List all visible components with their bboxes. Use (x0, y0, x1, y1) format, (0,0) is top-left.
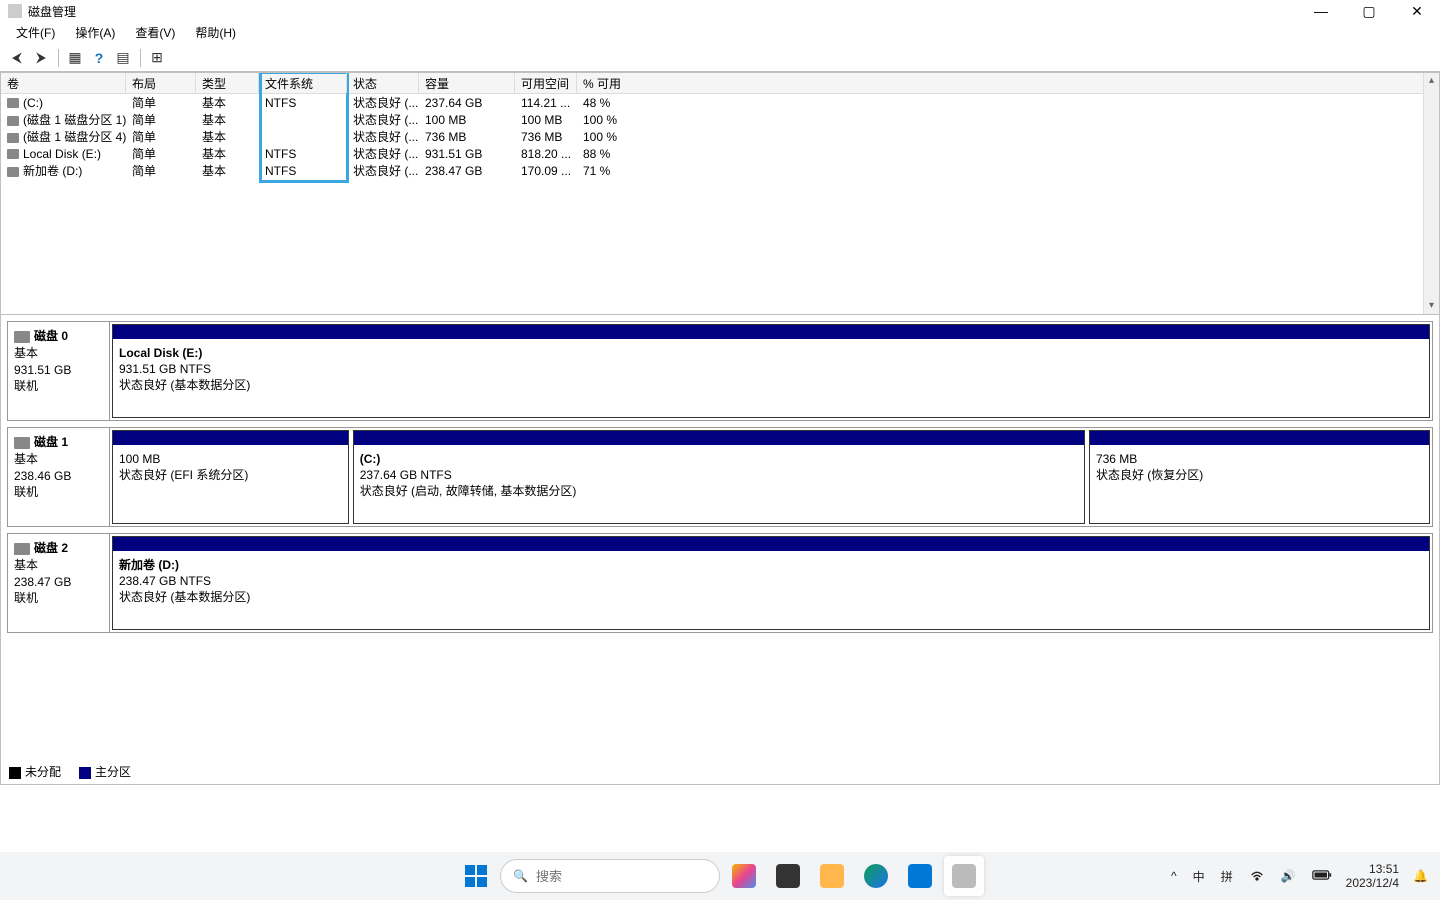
col-free[interactable]: 可用空间 (515, 73, 577, 93)
table-row[interactable]: (C:)简单基本NTFS状态良好 (...237.64 GB114.21 ...… (1, 94, 1439, 111)
windows-icon (464, 864, 488, 888)
taskbar-app-diskmgmt[interactable] (944, 856, 984, 896)
window-title: 磁盘管理 (28, 3, 1432, 20)
tray-ime-lang[interactable]: 中 (1191, 868, 1207, 885)
battery-icon[interactable] (1310, 869, 1334, 884)
scroll-up-icon[interactable]: ▴ (1424, 73, 1439, 89)
drive-icon (7, 98, 19, 108)
taskbar-app-store[interactable] (900, 856, 940, 896)
disk-icon (14, 437, 30, 449)
tray-clock[interactable]: 13:51 2023/12/4 (1346, 862, 1399, 891)
back-button[interactable]: ⮜ (6, 47, 28, 69)
partition-stripe (113, 431, 348, 445)
drive-icon (7, 133, 19, 143)
partition[interactable]: Local Disk (E:)931.51 GB NTFS状态良好 (基本数据分… (112, 324, 1430, 418)
col-fs[interactable]: 文件系统 (259, 73, 347, 93)
table-row[interactable]: 新加卷 (D:)简单基本NTFS状态良好 (...238.47 GB170.09… (1, 162, 1439, 179)
table-row[interactable]: (磁盘 1 磁盘分区 1)简单基本状态良好 (...100 MB100 MB10… (1, 111, 1439, 128)
view-list-button[interactable]: ▦ (64, 47, 86, 69)
partition[interactable]: 736 MB状态良好 (恢复分区) (1089, 430, 1430, 524)
menubar: 文件(F) 操作(A) 查看(V) 帮助(H) (0, 22, 1440, 44)
col-type[interactable]: 类型 (196, 73, 259, 93)
disk-row: 磁盘 0基本931.51 GB联机Local Disk (E:)931.51 G… (7, 321, 1433, 421)
maximize-button[interactable]: ▢ (1346, 0, 1392, 22)
menu-action[interactable]: 操作(A) (65, 22, 125, 43)
table-row[interactable]: Local Disk (E:)简单基本NTFS状态良好 (...931.51 G… (1, 145, 1439, 162)
legend-primary: 主分区 (79, 763, 131, 780)
minimize-button[interactable]: ― (1298, 0, 1344, 22)
separator (54, 47, 62, 69)
partition-stripe (1090, 431, 1429, 445)
legend: 未分配 主分区 (9, 763, 131, 780)
forward-button[interactable]: ⮞ (30, 47, 52, 69)
search-icon: 🔍 (513, 869, 528, 883)
scroll-down-icon[interactable]: ▾ (1424, 298, 1439, 314)
col-capacity[interactable]: 容量 (419, 73, 515, 93)
system-tray: ^ 中 拼 🔊 13:51 2023/12/4 🔔 (1169, 862, 1430, 891)
disk-info[interactable]: 磁盘 2基本238.47 GB联机 (8, 534, 110, 632)
tray-date: 2023/12/4 (1346, 876, 1399, 890)
refresh-button[interactable]: ⊞ (146, 47, 168, 69)
drive-icon (7, 167, 19, 177)
disk-icon (14, 543, 30, 555)
properties-button[interactable]: ▤ (112, 47, 134, 69)
partition[interactable]: (C:)237.64 GB NTFS状态良好 (启动, 故障转储, 基本数据分区… (353, 430, 1085, 524)
toolbar: ⮜ ⮞ ▦ ? ▤ ⊞ (0, 44, 1440, 72)
taskbar-app-2[interactable] (768, 856, 808, 896)
disk-row: 磁盘 2基本238.47 GB联机新加卷 (D:)238.47 GB NTFS状… (7, 533, 1433, 633)
partition[interactable]: 100 MB状态良好 (EFI 系统分区) (112, 430, 349, 524)
start-button[interactable] (456, 856, 496, 896)
taskbar-app-explorer[interactable] (812, 856, 852, 896)
partition[interactable]: 新加卷 (D:)238.47 GB NTFS状态良好 (基本数据分区) (112, 536, 1430, 630)
vertical-scrollbar[interactable]: ▴ ▾ (1423, 73, 1439, 314)
col-status[interactable]: 状态 (347, 73, 419, 93)
col-pct[interactable]: % 可用 (577, 73, 1439, 93)
table-row[interactable]: (磁盘 1 磁盘分区 4)简单基本状态良好 (...736 MB736 MB10… (1, 128, 1439, 145)
col-layout[interactable]: 布局 (126, 73, 196, 93)
legend-unallocated: 未分配 (9, 763, 61, 780)
tray-time: 13:51 (1346, 862, 1399, 876)
menu-view[interactable]: 查看(V) (125, 22, 185, 43)
drive-icon (7, 149, 19, 159)
table-header: 卷 布局 类型 文件系统 状态 容量 可用空间 % 可用 (1, 73, 1439, 94)
disk-icon (14, 331, 30, 343)
tray-ime-mode[interactable]: 拼 (1219, 868, 1235, 885)
help-button[interactable]: ? (88, 47, 110, 69)
close-button[interactable]: ✕ (1394, 0, 1440, 22)
app-icon (8, 4, 22, 18)
search-input[interactable] (536, 869, 707, 884)
taskbar: 🔍 ^ 中 拼 🔊 13:51 2023/12/4 🔔 (0, 852, 1440, 900)
partition-stripe (354, 431, 1084, 445)
disk-info[interactable]: 磁盘 0基本931.51 GB联机 (8, 322, 110, 420)
separator (136, 47, 144, 69)
partition-stripe (113, 537, 1429, 551)
disk-row: 磁盘 1基本238.46 GB联机100 MB状态良好 (EFI 系统分区)(C… (7, 427, 1433, 527)
titlebar: 磁盘管理 ― ▢ ✕ (0, 0, 1440, 22)
taskbar-app-edge[interactable] (856, 856, 896, 896)
volume-icon[interactable]: 🔊 (1279, 869, 1298, 883)
menu-file[interactable]: 文件(F) (6, 22, 65, 43)
taskbar-app-copilot[interactable] (724, 856, 764, 896)
disk-info[interactable]: 磁盘 1基本238.46 GB联机 (8, 428, 110, 526)
menu-help[interactable]: 帮助(H) (185, 22, 246, 43)
drive-icon (7, 116, 19, 126)
tray-chevron-icon[interactable]: ^ (1169, 869, 1179, 883)
wifi-icon[interactable] (1247, 867, 1267, 886)
search-box[interactable]: 🔍 (500, 859, 720, 893)
partition-stripe (113, 325, 1429, 339)
volume-table: 卷 布局 类型 文件系统 状态 容量 可用空间 % 可用 (C:)简单基本NTF… (0, 72, 1440, 315)
disk-graphical-area: 磁盘 0基本931.51 GB联机Local Disk (E:)931.51 G… (0, 315, 1440, 785)
notifications-icon[interactable]: 🔔 (1411, 869, 1430, 883)
col-volume[interactable]: 卷 (1, 73, 126, 93)
